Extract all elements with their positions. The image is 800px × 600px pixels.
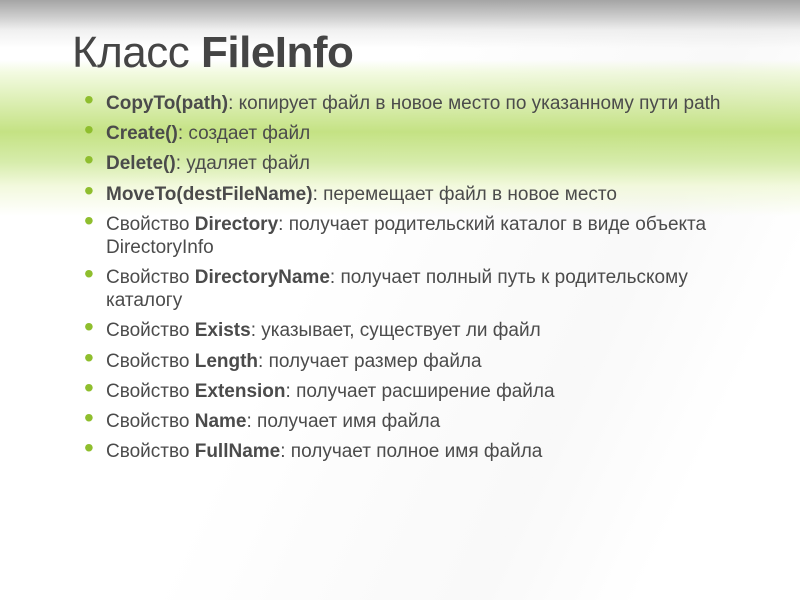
property-prefix: Свойство xyxy=(106,411,195,432)
content-area: Класс FileInfo CopyTo(path): копирует фа… xyxy=(72,28,740,470)
property-prefix: Свойство xyxy=(106,320,195,341)
method-desc: : копирует файл в новое место по указанн… xyxy=(228,93,720,114)
title-prefix: Класс xyxy=(72,28,201,77)
list-item: Свойство Name: получает имя файла xyxy=(106,410,740,433)
method-desc: : получает размер файла xyxy=(258,351,482,372)
list-item: Свойство Length: получает размер файла xyxy=(106,350,740,373)
method-name: MoveTo(destFileName) xyxy=(106,184,313,205)
method-desc: : удаляет файл xyxy=(176,153,310,174)
method-name: Delete() xyxy=(106,153,176,174)
method-desc: : получает расширение файла xyxy=(286,381,555,402)
method-name: Extension xyxy=(195,381,286,402)
method-list: CopyTo(path): копирует файл в новое мест… xyxy=(72,92,740,463)
page-title: Класс FileInfo xyxy=(72,28,740,78)
list-item: Свойство Exists: указывает, существует л… xyxy=(106,319,740,342)
title-name: FileInfo xyxy=(201,28,353,77)
method-name: Length xyxy=(195,351,258,372)
method-name: FullName xyxy=(195,441,281,462)
property-prefix: Свойство xyxy=(106,214,195,235)
slide: Класс FileInfo CopyTo(path): копирует фа… xyxy=(0,0,800,600)
list-item: Delete(): удаляет файл xyxy=(106,152,740,175)
list-item: Create(): создает файл xyxy=(106,122,740,145)
method-desc: : указывает, существует ли файл xyxy=(251,320,541,341)
method-name: Directory xyxy=(195,214,278,235)
list-item: CopyTo(path): копирует файл в новое мест… xyxy=(106,92,740,115)
list-item: Свойство DirectoryName: получает полный … xyxy=(106,266,740,312)
property-prefix: Свойство xyxy=(106,441,195,462)
method-desc: : получает полное имя файла xyxy=(280,441,542,462)
method-desc: : получает имя файла xyxy=(246,411,440,432)
method-name: Exists xyxy=(195,320,251,341)
property-prefix: Свойство xyxy=(106,351,195,372)
list-item: Свойство Directory: получает родительски… xyxy=(106,213,740,259)
property-prefix: Свойство xyxy=(106,381,195,402)
method-name: Create() xyxy=(106,123,178,144)
list-item: Свойство Extension: получает расширение … xyxy=(106,380,740,403)
list-item: MoveTo(destFileName): перемещает файл в … xyxy=(106,183,740,206)
method-desc: : создает файл xyxy=(178,123,310,144)
list-item: Свойство FullName: получает полное имя ф… xyxy=(106,440,740,463)
property-prefix: Свойство xyxy=(106,267,195,288)
method-name: Name xyxy=(195,411,247,432)
method-name: CopyTo(path) xyxy=(106,93,228,114)
method-desc: : перемещает файл в новое место xyxy=(313,184,617,205)
method-name: DirectoryName xyxy=(195,267,330,288)
